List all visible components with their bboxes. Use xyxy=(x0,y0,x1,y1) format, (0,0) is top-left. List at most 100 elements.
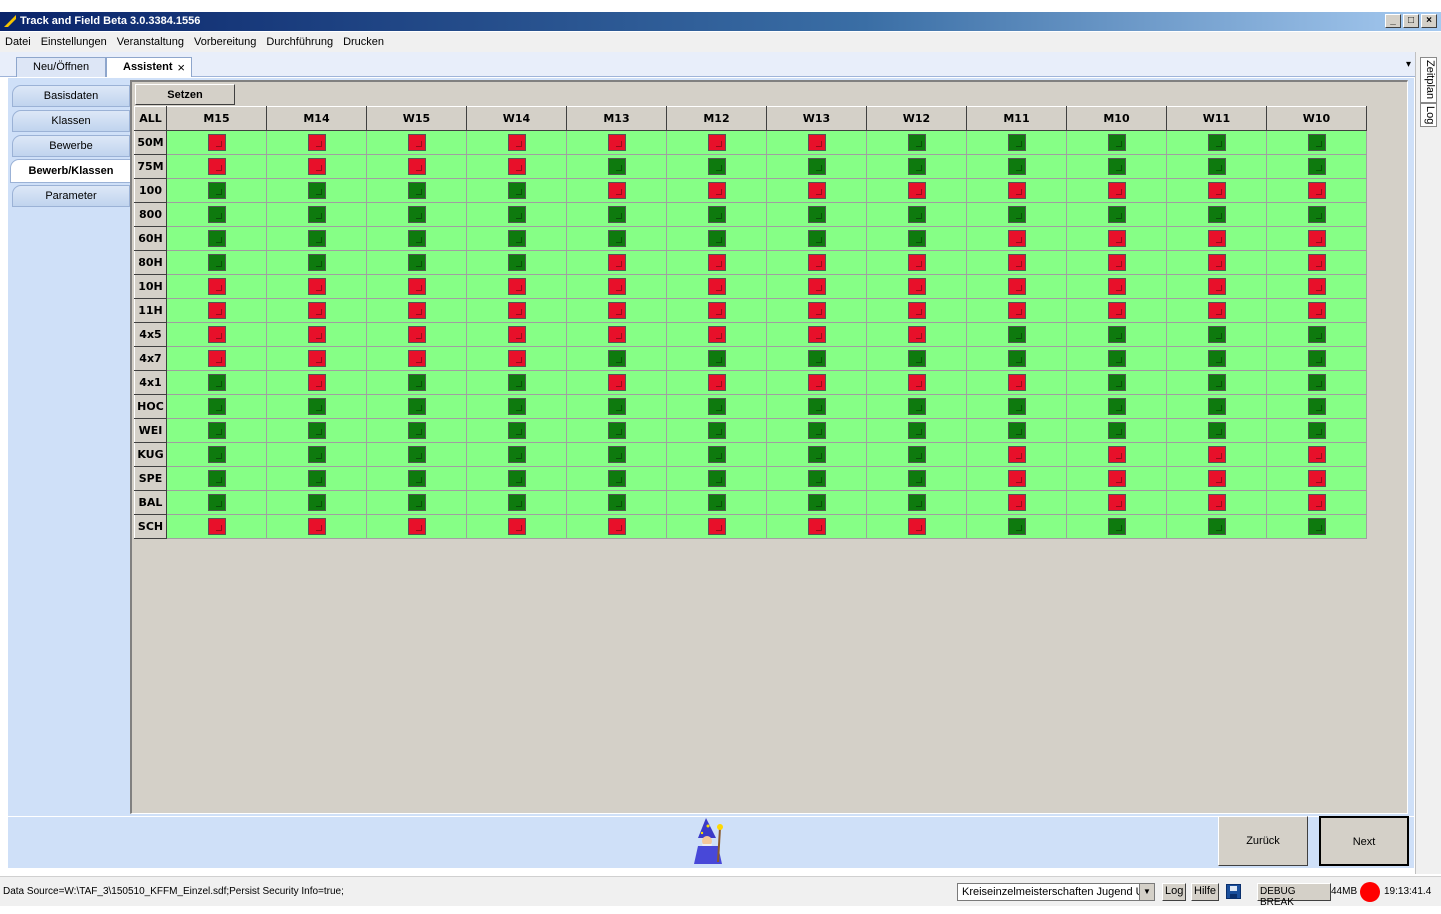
checked-checkbox[interactable] xyxy=(507,446,526,463)
unchecked-checkbox[interactable] xyxy=(1207,230,1226,247)
competition-select[interactable]: Kreiseinzelmeisterschaften Jugend U ▼ xyxy=(957,883,1155,901)
checked-checkbox[interactable] xyxy=(707,470,726,487)
row-header-4x5[interactable]: 4x5 xyxy=(134,322,167,347)
checked-checkbox[interactable] xyxy=(907,494,926,511)
menu-einstellungen[interactable]: Einstellungen xyxy=(36,32,112,52)
checked-checkbox[interactable] xyxy=(807,398,826,415)
checked-checkbox[interactable] xyxy=(807,494,826,511)
checked-checkbox[interactable] xyxy=(207,446,226,463)
unchecked-checkbox[interactable] xyxy=(307,326,326,343)
checked-checkbox[interactable] xyxy=(1307,422,1326,439)
unchecked-checkbox[interactable] xyxy=(407,134,426,151)
unchecked-checkbox[interactable] xyxy=(907,326,926,343)
checked-checkbox[interactable] xyxy=(307,446,326,463)
checked-checkbox[interactable] xyxy=(1107,158,1126,175)
row-header-60h[interactable]: 60H xyxy=(134,226,167,251)
unchecked-checkbox[interactable] xyxy=(707,278,726,295)
unchecked-checkbox[interactable] xyxy=(807,326,826,343)
checked-checkbox[interactable] xyxy=(207,398,226,415)
checked-checkbox[interactable] xyxy=(1107,518,1126,535)
unchecked-checkbox[interactable] xyxy=(307,518,326,535)
unchecked-checkbox[interactable] xyxy=(1307,254,1326,271)
zeitplan-panel-tab[interactable]: Zeitplan xyxy=(1420,57,1437,103)
unchecked-checkbox[interactable] xyxy=(207,518,226,535)
checked-checkbox[interactable] xyxy=(1207,374,1226,391)
checked-checkbox[interactable] xyxy=(407,446,426,463)
checked-checkbox[interactable] xyxy=(707,158,726,175)
unchecked-checkbox[interactable] xyxy=(307,134,326,151)
unchecked-checkbox[interactable] xyxy=(1007,446,1026,463)
checked-checkbox[interactable] xyxy=(307,422,326,439)
checked-checkbox[interactable] xyxy=(507,230,526,247)
log-panel-tab[interactable]: Log xyxy=(1420,103,1437,127)
unchecked-checkbox[interactable] xyxy=(1007,182,1026,199)
unchecked-checkbox[interactable] xyxy=(1107,470,1126,487)
row-header-800[interactable]: 800 xyxy=(134,202,167,227)
column-header-w11[interactable]: W11 xyxy=(1166,106,1267,131)
unchecked-checkbox[interactable] xyxy=(507,134,526,151)
checked-checkbox[interactable] xyxy=(307,398,326,415)
unchecked-checkbox[interactable] xyxy=(207,278,226,295)
wizard-tab-klassen[interactable]: Klassen xyxy=(12,110,130,132)
checked-checkbox[interactable] xyxy=(1107,206,1126,223)
checked-checkbox[interactable] xyxy=(507,398,526,415)
checked-checkbox[interactable] xyxy=(807,470,826,487)
unchecked-checkbox[interactable] xyxy=(207,326,226,343)
checked-checkbox[interactable] xyxy=(907,398,926,415)
checked-checkbox[interactable] xyxy=(307,494,326,511)
unchecked-checkbox[interactable] xyxy=(1307,302,1326,319)
checked-checkbox[interactable] xyxy=(307,206,326,223)
row-header-100[interactable]: 100 xyxy=(134,178,167,203)
checked-checkbox[interactable] xyxy=(707,446,726,463)
checked-checkbox[interactable] xyxy=(607,470,626,487)
unchecked-checkbox[interactable] xyxy=(907,374,926,391)
unchecked-checkbox[interactable] xyxy=(1307,278,1326,295)
checked-checkbox[interactable] xyxy=(507,254,526,271)
checked-checkbox[interactable] xyxy=(207,470,226,487)
unchecked-checkbox[interactable] xyxy=(307,374,326,391)
checked-checkbox[interactable] xyxy=(407,398,426,415)
column-header-w15[interactable]: W15 xyxy=(366,106,467,131)
unchecked-checkbox[interactable] xyxy=(407,350,426,367)
unchecked-checkbox[interactable] xyxy=(907,278,926,295)
checked-checkbox[interactable] xyxy=(907,206,926,223)
row-header-kug[interactable]: KUG xyxy=(134,442,167,467)
unchecked-checkbox[interactable] xyxy=(907,518,926,535)
checked-checkbox[interactable] xyxy=(1207,422,1226,439)
unchecked-checkbox[interactable] xyxy=(1307,470,1326,487)
back-button[interactable]: Zurück xyxy=(1218,816,1308,866)
wizard-tab-parameter[interactable]: Parameter xyxy=(12,185,130,207)
unchecked-checkbox[interactable] xyxy=(607,182,626,199)
unchecked-checkbox[interactable] xyxy=(307,278,326,295)
unchecked-checkbox[interactable] xyxy=(807,518,826,535)
checked-checkbox[interactable] xyxy=(507,494,526,511)
wizard-tab-bewerbe[interactable]: Bewerbe xyxy=(12,135,130,157)
row-header-80h[interactable]: 80H xyxy=(134,250,167,275)
unchecked-checkbox[interactable] xyxy=(607,374,626,391)
checked-checkbox[interactable] xyxy=(1307,374,1326,391)
unchecked-checkbox[interactable] xyxy=(507,518,526,535)
checked-checkbox[interactable] xyxy=(907,446,926,463)
unchecked-checkbox[interactable] xyxy=(1207,446,1226,463)
checked-checkbox[interactable] xyxy=(807,350,826,367)
checked-checkbox[interactable] xyxy=(1107,350,1126,367)
checked-checkbox[interactable] xyxy=(207,494,226,511)
checked-checkbox[interactable] xyxy=(1307,350,1326,367)
checked-checkbox[interactable] xyxy=(1307,134,1326,151)
unchecked-checkbox[interactable] xyxy=(707,374,726,391)
row-header-4x7[interactable]: 4x7 xyxy=(134,346,167,371)
checked-checkbox[interactable] xyxy=(1107,326,1126,343)
unchecked-checkbox[interactable] xyxy=(1207,302,1226,319)
column-header-w13[interactable]: W13 xyxy=(766,106,867,131)
unchecked-checkbox[interactable] xyxy=(1107,182,1126,199)
checked-checkbox[interactable] xyxy=(907,422,926,439)
next-button[interactable]: Next xyxy=(1319,816,1409,866)
unchecked-checkbox[interactable] xyxy=(707,254,726,271)
dropdown-arrow-icon[interactable]: ▼ xyxy=(1139,884,1154,900)
unchecked-checkbox[interactable] xyxy=(407,278,426,295)
row-header-50m[interactable]: 50M xyxy=(134,130,167,155)
unchecked-checkbox[interactable] xyxy=(807,374,826,391)
checked-checkbox[interactable] xyxy=(1207,158,1226,175)
menu-vorbereitung[interactable]: Vorbereitung xyxy=(189,32,261,52)
save-icon[interactable] xyxy=(1226,884,1241,899)
